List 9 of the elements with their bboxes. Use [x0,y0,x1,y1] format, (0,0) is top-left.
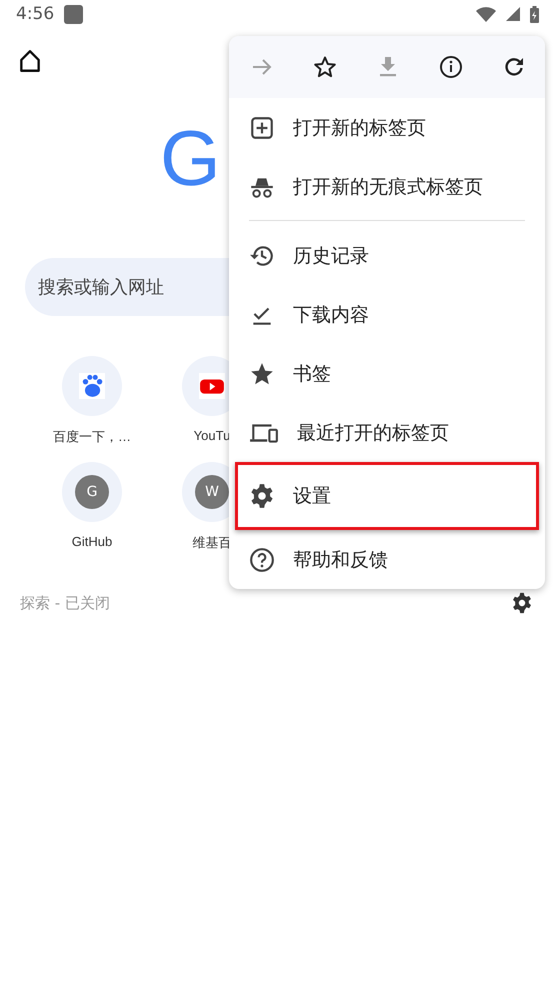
shortcut-label: YouTu [194,428,230,443]
shortcut-label: 百度一下，… [53,428,131,446]
letter-avatar: G [75,475,109,509]
shortcut-label: GitHub [72,534,112,549]
shortcut-label: 维基百 [192,534,232,552]
logo: G [160,119,221,197]
letter-avatar: W [195,475,229,509]
discover-status: 探索 - 已关闭 [20,594,110,612]
status-time: 4:56 [16,4,54,24]
